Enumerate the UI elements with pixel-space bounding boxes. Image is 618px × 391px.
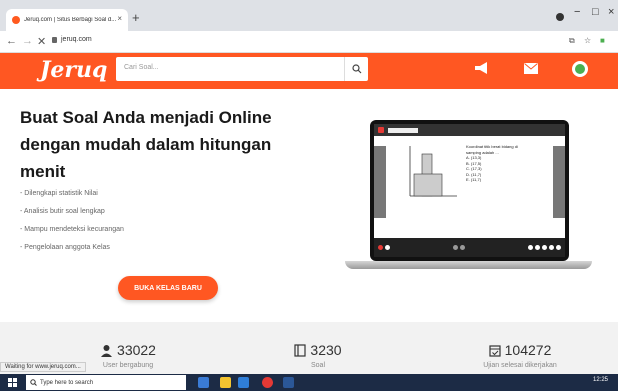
extension-icon[interactable]: ■ bbox=[600, 36, 605, 45]
feature-item: - Dilengkapi statistik Nilai bbox=[20, 190, 98, 197]
feature-item: - Pengelolaan anggota Kelas bbox=[20, 244, 110, 251]
url-text: jeruq.com bbox=[61, 36, 92, 43]
new-tab-button[interactable]: + bbox=[132, 10, 140, 25]
nav-dots bbox=[528, 245, 561, 250]
mail-icon[interactable] bbox=[524, 61, 538, 77]
task-view-icon[interactable] bbox=[198, 377, 209, 388]
search-button[interactable] bbox=[344, 57, 368, 81]
search-icon bbox=[351, 64, 361, 74]
avatar[interactable] bbox=[572, 61, 588, 77]
url-field[interactable]: jeruq.com bbox=[52, 36, 92, 43]
browser-tab[interactable]: Jeruq.com | Situs Berbagi Soal d... × bbox=[6, 9, 128, 31]
feature-item: - Analisis butir soal lengkap bbox=[20, 208, 105, 215]
profile-icon[interactable] bbox=[556, 13, 564, 21]
open-class-button[interactable]: BUKA KELAS BARU bbox=[118, 276, 218, 300]
laptop-base bbox=[345, 261, 592, 269]
stat-number: 33022 bbox=[117, 342, 156, 358]
system-clock[interactable]: 12:25 bbox=[593, 377, 608, 383]
windows-taskbar: Type here to search 12:25 bbox=[0, 374, 618, 391]
chrome-icon[interactable] bbox=[262, 377, 273, 388]
minimize-button[interactable]: − bbox=[574, 6, 580, 18]
tab-close-button[interactable]: × bbox=[117, 14, 122, 23]
forward-icon[interactable]: → bbox=[22, 35, 33, 47]
search-icon bbox=[30, 379, 37, 386]
user-icon bbox=[101, 344, 113, 357]
question-text: Koordinat titik berat bidang di samping … bbox=[466, 144, 518, 182]
stat-label: Ujian selesai dikerjakan bbox=[483, 362, 557, 369]
nav-dots bbox=[453, 245, 465, 250]
close-window-button[interactable]: × bbox=[608, 6, 614, 18]
bookmark-star-icon[interactable]: ☆ bbox=[584, 36, 591, 45]
tab-title: Jeruq.com | Situs Berbagi Soal d... bbox=[24, 17, 116, 23]
stat-label: Soal bbox=[310, 362, 325, 369]
nav-dots bbox=[378, 245, 390, 250]
edge-icon[interactable] bbox=[238, 377, 249, 388]
prev-panel bbox=[374, 146, 386, 218]
status-tooltip: Waiting for www.jeruq.com... bbox=[0, 362, 86, 372]
search-input[interactable]: Cari Soal... bbox=[124, 64, 159, 71]
stop-icon[interactable]: ✕ bbox=[37, 35, 46, 48]
back-icon[interactable]: ← bbox=[6, 35, 17, 47]
next-panel bbox=[553, 146, 565, 218]
laptop-illustration: Koordinat titik berat bidang di samping … bbox=[370, 120, 569, 261]
search-box[interactable]: Cari Soal... bbox=[116, 57, 368, 81]
calendar-icon bbox=[489, 344, 501, 357]
taskbar-search-input[interactable]: Type here to search bbox=[26, 375, 186, 390]
stat-exams: 104272 Ujian selesai dikerjakan bbox=[460, 342, 580, 369]
file-explorer-icon[interactable] bbox=[220, 377, 231, 388]
stat-label: User bergabung bbox=[102, 362, 154, 369]
hero-title: Buat Soal Anda menjadi Online dengan mud… bbox=[20, 108, 272, 181]
stat-users: 33022 User bergabung bbox=[78, 342, 178, 369]
megaphone-icon[interactable] bbox=[474, 61, 490, 77]
windows-start-icon[interactable] bbox=[8, 378, 17, 387]
feature-item: - Mampu mendeteksi kecurangan bbox=[20, 226, 124, 233]
site-header: Jeruq Cari Soal... bbox=[0, 53, 618, 89]
stat-questions: 3230 Soal bbox=[268, 342, 368, 369]
browser-tab-bar: Jeruq.com | Situs Berbagi Soal d... × + … bbox=[0, 0, 618, 31]
exam-topbar bbox=[374, 124, 565, 136]
site-logo[interactable]: Jeruq bbox=[40, 57, 107, 83]
word-icon[interactable] bbox=[283, 377, 294, 388]
exam-navigation bbox=[374, 238, 565, 257]
graph-figure bbox=[409, 146, 457, 197]
exam-screen: Koordinat titik berat bidang di samping … bbox=[374, 136, 565, 238]
stat-number: 104272 bbox=[504, 342, 552, 358]
stat-number: 3230 bbox=[310, 342, 342, 358]
feature-list: - Dilengkapi statistik Nilai - Analisis … bbox=[20, 190, 124, 262]
favicon-icon bbox=[12, 16, 20, 24]
maximize-button[interactable]: □ bbox=[592, 6, 599, 18]
address-bar-row: ← → ✕ jeruq.com ⧉ ☆ ■ bbox=[0, 31, 618, 53]
lock-icon bbox=[52, 36, 57, 43]
book-icon bbox=[294, 343, 307, 357]
translate-icon[interactable]: ⧉ bbox=[569, 36, 575, 46]
stats-bar: 33022 User bergabung 3230 Soal 104272 Uj… bbox=[0, 322, 618, 374]
